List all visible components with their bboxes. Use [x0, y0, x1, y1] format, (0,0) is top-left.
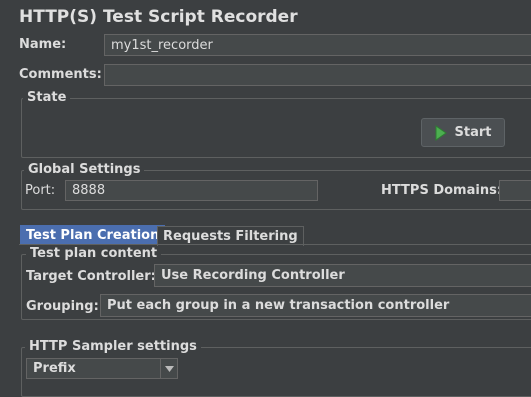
start-button-label: Start: [454, 125, 492, 140]
tab-strip-divider: [19, 244, 531, 245]
state-legend: State: [23, 90, 71, 105]
global-settings-legend: Global Settings: [24, 162, 145, 177]
tab-requests-filtering[interactable]: Requests Filtering: [157, 226, 304, 246]
grouping-label: Grouping:: [26, 299, 99, 314]
https-domains-label: HTTPS Domains:: [381, 183, 503, 198]
name-label: Name:: [19, 37, 67, 52]
chevron-down-icon: [160, 359, 177, 378]
port-field-value: 8888: [72, 183, 106, 198]
target-controller-label: Target Controller:: [26, 269, 156, 284]
prefix-select[interactable]: Prefix: [26, 358, 178, 379]
play-icon: [435, 124, 447, 141]
port-label: Port:: [25, 183, 56, 198]
name-field[interactable]: my1st_recorder: [104, 34, 531, 56]
page-title: HTTP(S) Test Script Recorder: [19, 7, 298, 27]
https-domains-field[interactable]: [499, 180, 531, 201]
grouping-select[interactable]: Put each group in a new transaction cont…: [100, 294, 531, 317]
test-plan-content-legend: Test plan content: [26, 246, 162, 261]
comments-label: Comments:: [19, 67, 102, 82]
target-controller-select[interactable]: Use Recording Controller: [154, 264, 531, 287]
name-field-value: my1st_recorder: [111, 37, 213, 53]
prefix-value: Prefix: [33, 361, 76, 376]
start-button[interactable]: Start: [421, 118, 505, 147]
port-field[interactable]: 8888: [65, 180, 318, 201]
tab-requests-filtering-label: Requests Filtering: [163, 229, 298, 244]
tab-test-plan-creation-label: Test Plan Creation: [26, 227, 160, 243]
target-controller-value: Use Recording Controller: [161, 268, 345, 283]
http-sampler-legend: HTTP Sampler settings: [25, 339, 201, 354]
comments-field[interactable]: [104, 64, 531, 86]
tab-test-plan-creation[interactable]: Test Plan Creation: [20, 225, 166, 245]
grouping-value: Put each group in a new transaction cont…: [107, 298, 450, 313]
